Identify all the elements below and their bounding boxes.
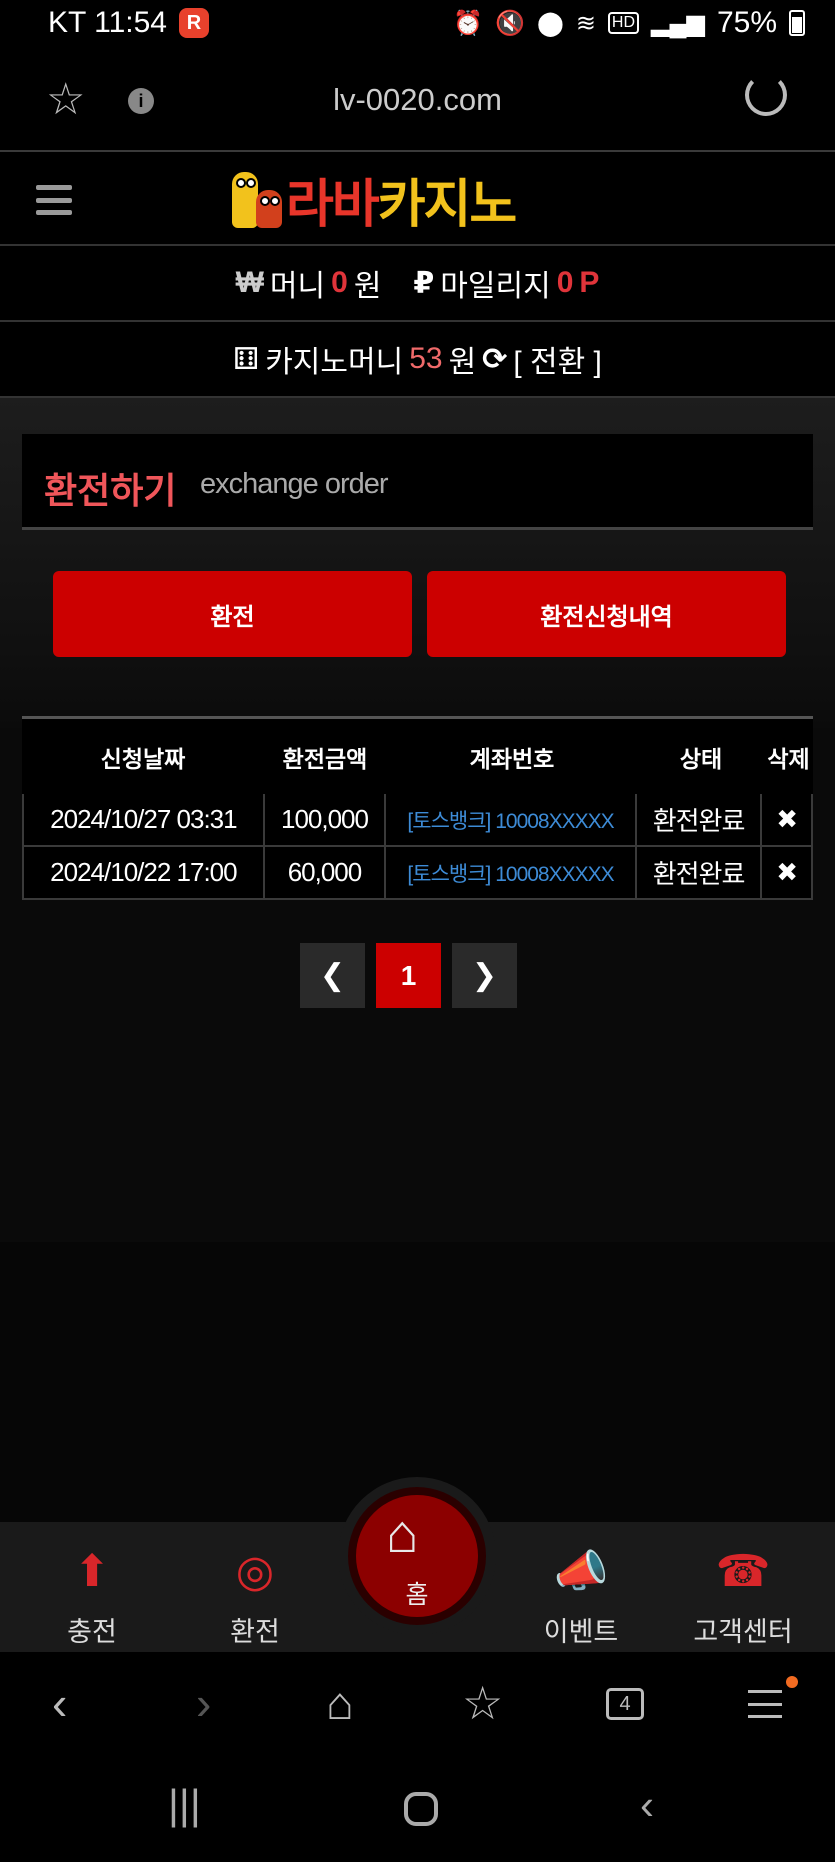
nav-support-label: 고객센터 [693, 1617, 793, 1647]
casino-money-row: ⚅ 카지노머니 53 원 ⟳ [ 전환 ] [0, 322, 835, 398]
casino-money-value: 53 [409, 342, 443, 375]
android-home-icon[interactable] [404, 1792, 438, 1826]
logo-text-yellow: 카지노 [377, 174, 518, 235]
header-status: 상태 [679, 745, 723, 772]
app-badge-icon: R [178, 8, 209, 38]
bookmarks-icon[interactable]: ☆ [462, 1680, 503, 1726]
nav-home-label: 홈 [405, 1581, 429, 1609]
row-account: [토스뱅크] 10008XXXXX [386, 847, 637, 898]
tabs-icon[interactable]: 4 [606, 1688, 644, 1720]
exchange-history-button[interactable]: 환전신청내역 [427, 571, 786, 657]
row-date: 2024/10/27 03:31 [24, 794, 265, 845]
nav-support[interactable]: ☎ 고객센터 [678, 1522, 808, 1652]
next-page-button[interactable]: ❯ [452, 943, 517, 1008]
android-nav-bar: ||| ‹ [0, 1762, 835, 1862]
status-bar: KT 11:54 R ⏰ 🔇 ⬤ ≋ HD ▂▄▆ 75% [0, 0, 835, 50]
nav-event[interactable]: 📣 이벤트 [516, 1522, 646, 1652]
recent-apps-icon[interactable]: ||| [168, 1784, 201, 1826]
notification-dot-icon [786, 1676, 798, 1688]
won-icon: ₩ [235, 266, 264, 299]
money-unit: 원 [353, 270, 382, 303]
table-header: 신청날짜 환전금액 계좌번호 상태 삭제 [22, 716, 813, 794]
url-field[interactable]: lv-0020.com [0, 82, 835, 118]
money-label: 머니 [269, 270, 326, 303]
battery-text: 75% [716, 6, 777, 39]
browser-address-bar: ☆ i lv-0020.com [0, 50, 835, 152]
header-account: 계좌번호 [469, 745, 555, 772]
money-value: 0 [331, 266, 348, 299]
nav-home-button[interactable]: ⌂ 홈 [348, 1487, 486, 1625]
header-date: 신청날짜 [100, 745, 186, 772]
hd-icon: HD [607, 12, 640, 34]
header-delete: 삭제 [767, 745, 810, 772]
row-status: 환전완료 [637, 794, 763, 845]
content-lower-area [0, 1242, 835, 1522]
browser-toolbar: ‹ › ⌂ ☆ 4 [0, 1652, 835, 1762]
nav-exchange-label: 환전 [230, 1617, 280, 1647]
nav-event-label: 이벤트 [543, 1617, 619, 1647]
nav-charge-label: 충전 [67, 1617, 117, 1647]
mileage-value: 0 [556, 266, 574, 299]
row-amount: 100,000 [265, 794, 387, 845]
table-row: 2024/10/22 17:00 60,000 [토스뱅크] 10008XXXX… [22, 847, 813, 900]
battery-icon [789, 10, 805, 36]
logo-text-red: 라바 [286, 174, 380, 235]
row-status: 환전완료 [637, 847, 763, 898]
carrier-time: KT 11:54 [48, 6, 167, 39]
browser-home-icon[interactable]: ⌂ [326, 1680, 354, 1726]
reload-icon[interactable] [745, 74, 787, 116]
location-icon: ⬤ [536, 9, 564, 37]
page-number-current[interactable]: 1 [376, 943, 441, 1008]
refresh-icon[interactable]: ⟳ [482, 342, 507, 377]
page-title: 환전하기 [44, 470, 177, 511]
mileage-label: 마일리지 [440, 270, 551, 303]
coins-hand-icon: ◎ [235, 1547, 275, 1596]
delete-icon[interactable]: ✖ [762, 794, 811, 845]
exchange-history-table: 신청날짜 환전금액 계좌번호 상태 삭제 2024/10/27 03:31 10… [22, 716, 813, 900]
charge-box-icon: ⬆ [73, 1547, 111, 1596]
header-amount: 환전금액 [282, 745, 368, 772]
nav-exchange[interactable]: ◎ 환전 [190, 1522, 320, 1652]
house-icon: ⌂ [386, 1504, 419, 1564]
row-date: 2024/10/22 17:00 [24, 847, 265, 898]
nav-charge[interactable]: ⬆ 충전 [27, 1522, 157, 1652]
exchange-panel-header: 환전하기 exchange order [22, 434, 813, 530]
exchange-button[interactable]: 환전 [53, 571, 412, 657]
android-back-icon[interactable]: ‹ [640, 1784, 654, 1826]
megaphone-icon: 📣 [553, 1547, 609, 1596]
mute-icon: 🔇 [495, 9, 525, 37]
browser-back-icon[interactable]: ‹ [52, 1680, 67, 1726]
page-subtitle: exchange order [200, 468, 389, 500]
wifi-icon: ≋ [575, 9, 596, 37]
pagination: ❮ 1 ❯ [300, 943, 517, 1008]
browser-menu-icon[interactable] [748, 1690, 782, 1718]
hamburger-menu-icon[interactable] [36, 185, 72, 215]
prev-page-button[interactable]: ❮ [300, 943, 365, 1008]
mileage-unit: P [579, 266, 600, 299]
casino-money-label: 카지노머니 [265, 346, 404, 379]
row-amount: 60,000 [265, 847, 387, 898]
row-account: [토스뱅크] 10008XXXXX [386, 794, 637, 845]
larva-mascot-icon [226, 168, 286, 230]
alarm-icon: ⏰ [453, 9, 484, 37]
mileage-icon: ₽ [413, 266, 435, 300]
casino-money-unit: 원 [448, 346, 477, 379]
table-row: 2024/10/27 03:31 100,000 [토스뱅크] 10008XXX… [22, 794, 813, 847]
delete-icon[interactable]: ✖ [762, 847, 811, 898]
balance-row: ₩ 머니 0 원 ₽ 마일리지 0 P [0, 246, 835, 322]
convert-link[interactable]: [ 전환 ] [513, 337, 602, 381]
signal-icon: ▂▄▆ [651, 9, 705, 37]
site-header: 라바카지노 [0, 152, 835, 246]
phone-24-icon: ☎ [715, 1547, 771, 1596]
dice-icon: ⚅ [233, 342, 260, 376]
browser-forward-icon[interactable]: › [196, 1680, 211, 1726]
site-logo[interactable]: 라바카지노 [226, 164, 518, 235]
